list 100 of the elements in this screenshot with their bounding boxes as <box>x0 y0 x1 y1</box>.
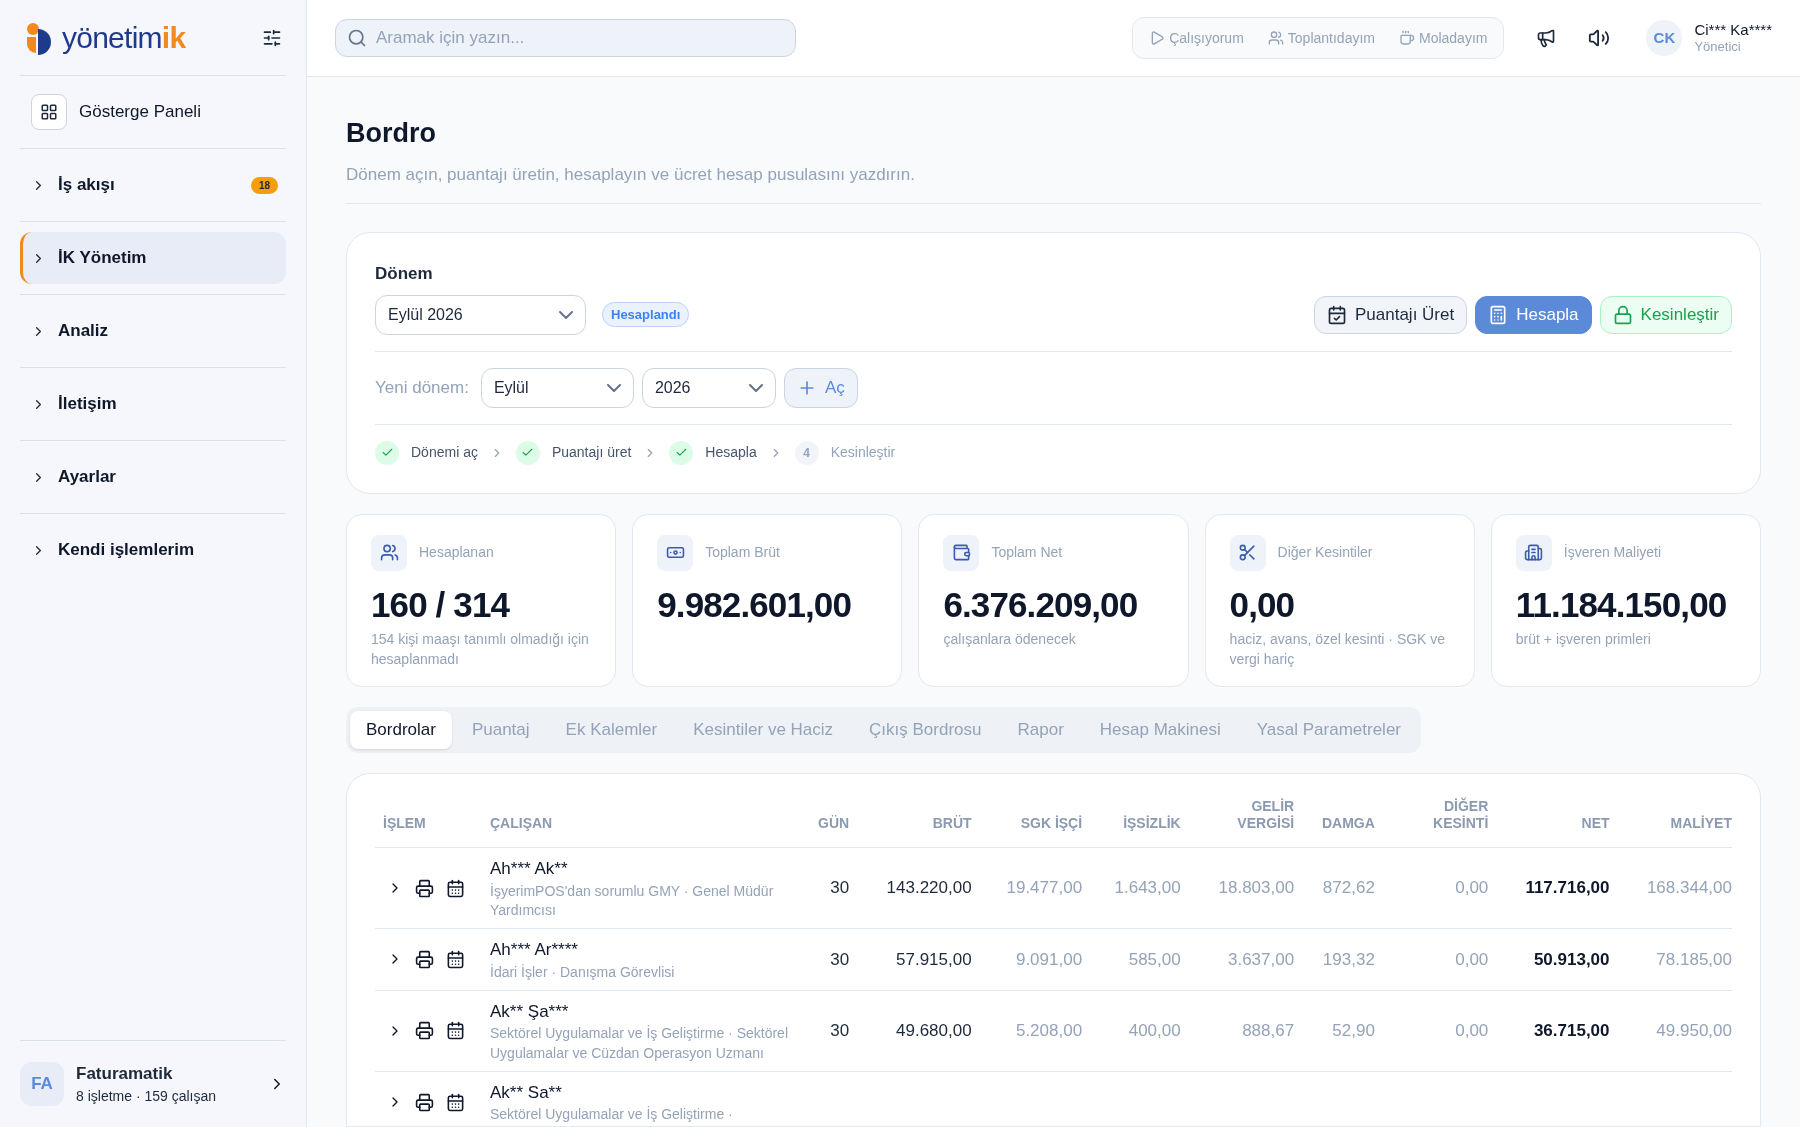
scissors-icon <box>1238 543 1258 562</box>
table-cell: 30 <box>830 1021 850 1040</box>
action-button[interactable]: Kesinleştir <box>1599 295 1732 334</box>
tab[interactable]: Çıkış Bordrosu <box>853 710 998 749</box>
table-cell: 400,00 <box>1128 1021 1181 1040</box>
calendar-icon[interactable] <box>446 949 465 969</box>
table-cell: 57.915,00 <box>896 949 972 969</box>
stat-label: Toplam Brüt <box>705 543 780 562</box>
open-button[interactable]: Aç <box>783 367 858 408</box>
status-button[interactable]: Çalışıyorum <box>1149 27 1244 49</box>
table-cell: 18.803,00 <box>1218 878 1295 898</box>
sliders-icon[interactable] <box>262 27 282 48</box>
action-button[interactable]: Puantajı Üret <box>1313 295 1468 334</box>
check-icon <box>521 446 535 459</box>
employee-position: İdari İşler · Danışma Görevlisi <box>490 962 676 982</box>
stat-label: İşveren Maliyeti <box>1563 543 1662 562</box>
table-cell: 78.185,00 <box>1656 949 1732 969</box>
chevron-down-icon <box>748 383 763 392</box>
stat-label: Toplam Net <box>991 543 1063 562</box>
tab[interactable]: Bordrolar <box>350 710 452 749</box>
tab[interactable]: Puantaj <box>455 710 546 749</box>
megaphone-icon[interactable] <box>1536 28 1557 48</box>
calendar-icon[interactable] <box>446 878 465 898</box>
step-label: Puantajı üret <box>551 443 632 462</box>
search-field[interactable]: Aramak için yazın... <box>335 19 796 57</box>
check-icon <box>674 446 688 459</box>
company-avatar: FA <box>20 1061 64 1106</box>
table-cell: 0,00 <box>1455 1021 1489 1040</box>
company-detail: 8 işletme · 159 çalışan <box>76 1087 218 1106</box>
sidebar-item[interactable]: Analiz <box>20 305 286 357</box>
tab[interactable]: Ek Kalemler <box>549 710 674 749</box>
check-icon <box>380 446 394 459</box>
stat-note: çalışanlara ödenecek <box>943 630 1077 650</box>
table-cell: 36.715,00 <box>1533 1021 1610 1040</box>
speaker-icon[interactable] <box>1588 27 1611 49</box>
table-cell: 49.680,00 <box>896 1021 972 1040</box>
printer-icon[interactable] <box>415 878 434 898</box>
column-header: DİĞER KESİNTİ <box>1432 797 1489 833</box>
table-cell: 0,00 <box>1455 949 1489 969</box>
employee-position: Sektörel Uygulamalar ve İş Geliştirme · <box>490 1105 734 1125</box>
calendar-check-icon <box>1326 304 1347 325</box>
table-cell: 168.344,00 <box>1646 878 1732 898</box>
employee-name: Ak** Şa*** <box>490 1000 570 1023</box>
action-button[interactable]: Hesapla <box>1475 295 1592 334</box>
lock-icon <box>1612 304 1633 325</box>
table-cell: 585,00 <box>1128 949 1181 969</box>
tab[interactable]: Rapor <box>1001 710 1080 749</box>
user-avatar[interactable]: CK <box>1646 20 1683 56</box>
table-cell: 30 <box>830 949 850 969</box>
play-icon <box>1149 30 1166 46</box>
table-cell: 3.637,00 <box>1227 949 1295 969</box>
period-select[interactable]: Eylül 2026 <box>375 294 586 335</box>
step-marker: 4 <box>794 440 819 465</box>
calendar-icon[interactable] <box>446 1021 465 1041</box>
table-cell: 19.477,00 <box>1006 878 1083 898</box>
column-header: İŞSİZLİK <box>1123 815 1181 833</box>
column-header: ÇALIŞAN <box>490 815 553 833</box>
tab[interactable]: Yasal Parametreler <box>1240 710 1417 749</box>
users-icon <box>1267 30 1284 46</box>
employee-name: Ak** Sa** <box>490 1081 563 1104</box>
users-icon <box>379 543 399 562</box>
sidebar-item[interactable]: İK Yönetim <box>20 232 286 284</box>
employee-name: Ah*** Ar**** <box>490 939 579 961</box>
table-cell: 1.643,00 <box>1114 878 1181 898</box>
step-label: Hesapla <box>705 443 757 462</box>
tab[interactable]: Hesap Makinesi <box>1083 710 1237 749</box>
tab[interactable]: Kesintiler ve Haciz <box>677 710 850 749</box>
chevron-down-icon <box>559 310 573 319</box>
calendar-icon[interactable] <box>446 1092 465 1112</box>
sidebar-item[interactable]: Kendi işlemlerim <box>20 524 286 576</box>
status-button[interactable]: Toplantıdayım <box>1267 27 1375 49</box>
sidebar-item[interactable]: Gösterge Paneli <box>20 86 286 138</box>
sidebar-item[interactable]: İş akışı 18 <box>20 159 286 211</box>
sidebar-item[interactable]: Ayarlar <box>20 451 286 503</box>
brand-logo-text: yönetimik <box>62 22 186 53</box>
page-title: Bordro <box>346 117 437 150</box>
column-header: GELİR VERGİSİ <box>1236 797 1295 833</box>
stat-value: 9.982.601,00 <box>657 583 853 626</box>
table-cell: 9.091,00 <box>1015 949 1083 969</box>
table-cell: 49.950,00 <box>1656 1021 1732 1040</box>
table-cell: 193,32 <box>1322 949 1375 969</box>
stat-label: Diğer Kesintiler <box>1277 543 1373 562</box>
step-label: Dönemi aç <box>411 443 478 462</box>
search-icon <box>347 28 367 48</box>
table-cell: 52,90 <box>1332 1021 1375 1040</box>
year-select[interactable]: 2026 <box>641 367 776 408</box>
month-select[interactable]: Eylül <box>480 367 634 408</box>
status-button[interactable]: Moladayım <box>1399 27 1488 49</box>
stat-value: 6.376.209,00 <box>943 583 1139 626</box>
table-cell: 888,67 <box>1242 1021 1295 1040</box>
company-name: Faturamatik <box>76 1062 174 1085</box>
printer-icon[interactable] <box>415 949 434 969</box>
table-cell: 5.208,00 <box>1015 1021 1083 1040</box>
printer-icon[interactable] <box>415 1092 434 1112</box>
printer-icon[interactable] <box>415 1021 434 1041</box>
calculator-icon <box>1488 304 1509 325</box>
stat-note: brüt + işveren primleri <box>1515 630 1652 650</box>
sidebar-item[interactable]: İletişim <box>20 378 286 430</box>
count-badge: 18 <box>250 176 278 194</box>
period-label: Dönem <box>375 263 434 285</box>
